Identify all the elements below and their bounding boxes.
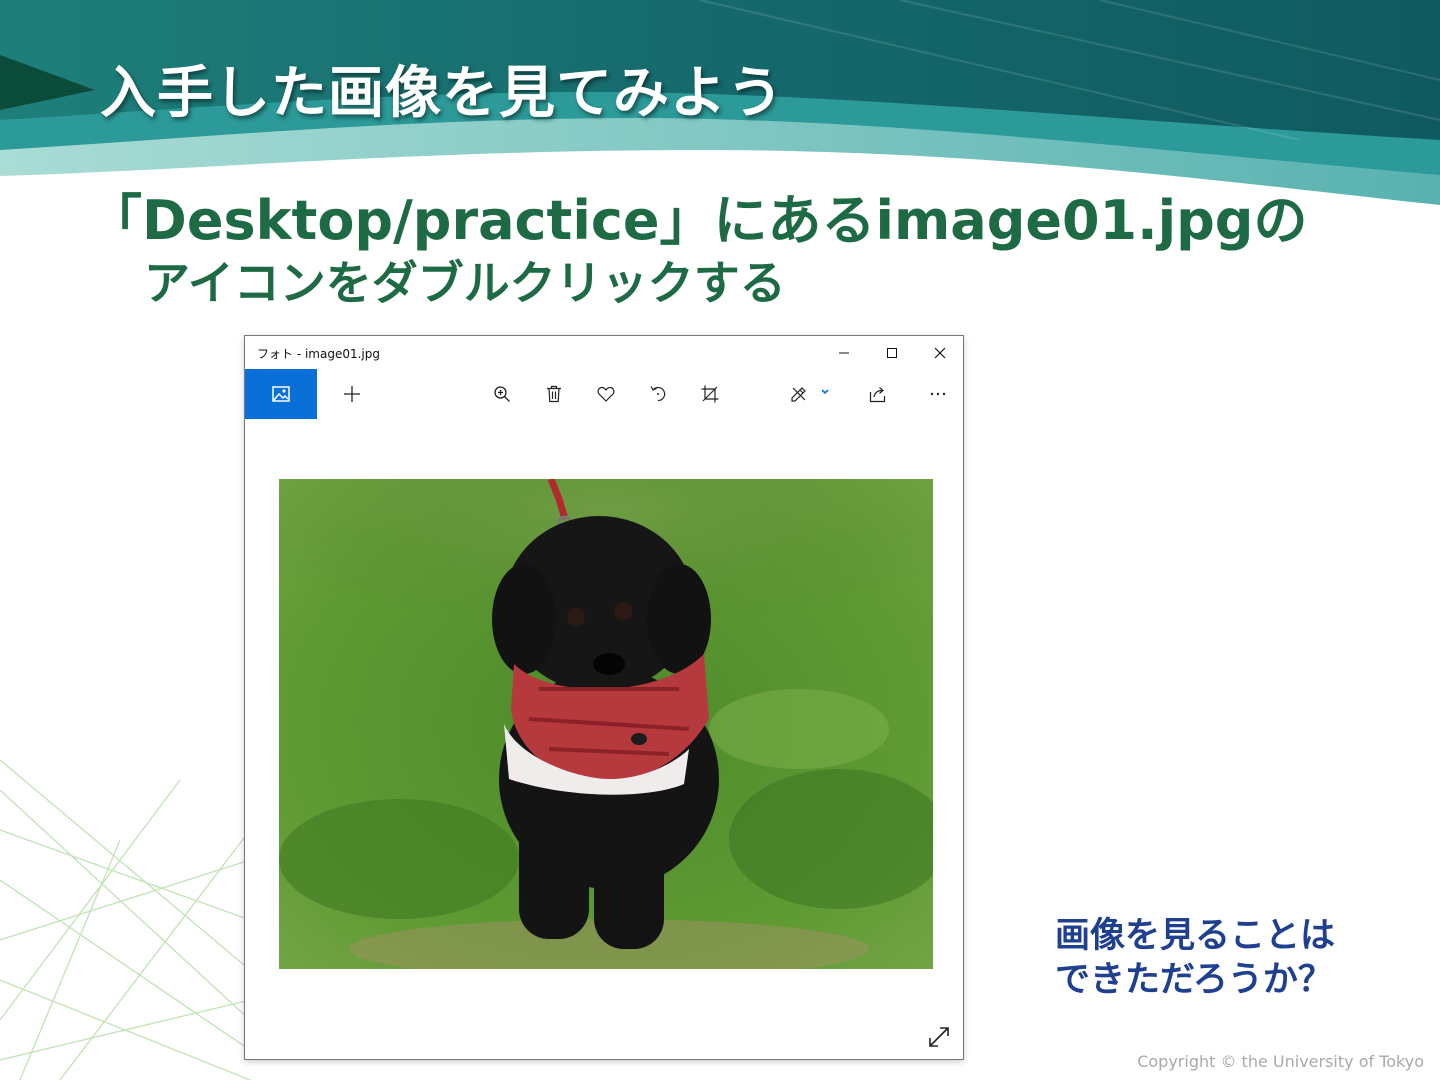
instruction-line-2: アイコンをダブルクリックする <box>144 256 786 310</box>
maximize-button[interactable] <box>869 336 915 369</box>
instruction-line-1: 「Desktop/practice」にあるimage01.jpgの <box>88 189 1308 252</box>
fullscreen-expand-icon[interactable] <box>927 1025 951 1049</box>
edit-draw-icon <box>791 387 829 402</box>
photo-collection-icon <box>272 386 290 402</box>
question-note: 画像を見ることは できただろうか？ <box>1055 914 1335 1002</box>
favorite-icon <box>597 386 615 402</box>
delete-icon <box>547 385 561 403</box>
edit-create-button[interactable] <box>785 369 835 419</box>
more-button[interactable] <box>921 369 955 419</box>
favorite-button[interactable] <box>589 369 623 419</box>
close-button[interactable] <box>917 336 963 369</box>
slide-title: 入手した画像を見てみよう <box>100 61 784 126</box>
collection-button[interactable] <box>245 369 317 419</box>
note-line-2: できただろうか？ <box>1055 960 1333 1000</box>
add-button[interactable] <box>335 369 369 419</box>
minimize-button[interactable] <box>821 336 867 369</box>
zoom-icon <box>494 386 510 402</box>
more-icon <box>930 392 946 396</box>
copyright-notice: Copyright © the University of Tokyo <box>1137 1052 1424 1071</box>
delete-button[interactable] <box>537 369 571 419</box>
crop-button[interactable] <box>693 369 727 419</box>
rotate-button[interactable] <box>641 369 675 419</box>
displayed-photo[interactable] <box>279 479 933 969</box>
note-line-1: 画像を見ることは <box>1055 916 1336 956</box>
close-icon <box>934 347 946 358</box>
photos-toolbar <box>245 369 963 419</box>
instruction-text: 「Desktop/practice」にあるimage01.jpgの アイコンをダ… <box>88 188 1307 312</box>
share-icon <box>869 387 886 403</box>
window-titlebar[interactable]: フォト - image01.jpg <box>245 336 963 369</box>
minimize-icon <box>839 352 849 353</box>
header-banner: 入手した画像を見てみよう <box>0 0 1440 220</box>
zoom-button[interactable] <box>485 369 519 419</box>
photos-window: フォト - image01.jpg <box>244 335 964 1060</box>
window-title: フォト - image01.jpg <box>257 347 380 361</box>
add-icon <box>344 386 360 402</box>
crop-icon <box>701 385 719 403</box>
share-button[interactable] <box>861 369 895 419</box>
decorative-lines <box>0 759 251 1080</box>
rotate-icon <box>650 386 666 402</box>
maximize-icon <box>887 347 897 358</box>
